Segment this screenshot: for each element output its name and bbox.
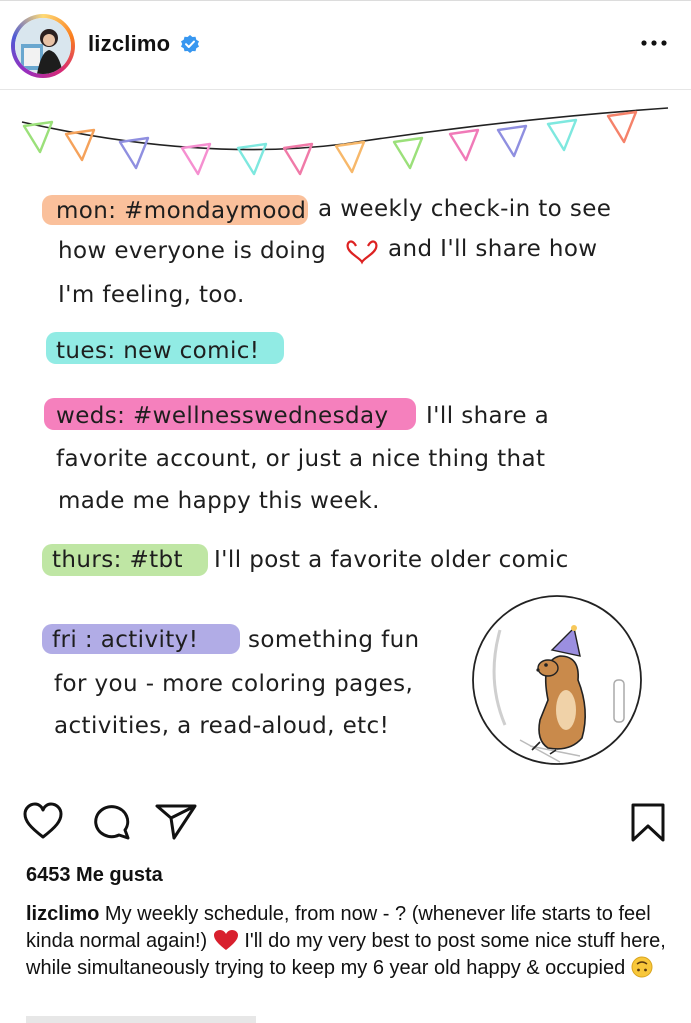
bunting-flag bbox=[448, 128, 480, 162]
line-thurs-tag: thurs: #tbt bbox=[52, 547, 183, 573]
likes-count[interactable]: 6453 Me gusta bbox=[26, 864, 163, 887]
bunting-flag bbox=[606, 110, 638, 144]
line-6: favorite account, or just a nice thing t… bbox=[56, 446, 545, 472]
send-icon[interactable] bbox=[154, 802, 198, 842]
line-thurs-text: I'll post a favorite older comic bbox=[214, 547, 569, 573]
avatar[interactable] bbox=[15, 18, 71, 74]
line-10: for you - more coloring pages, bbox=[54, 671, 413, 697]
upside-down-face-icon bbox=[631, 956, 653, 978]
line-2: how everyone is doing bbox=[58, 238, 326, 264]
bunting-flag bbox=[546, 118, 578, 152]
doodle-heart-icon bbox=[346, 240, 378, 265]
comic-image: mon: #mondaymood a weekly check-in to se… bbox=[21, 107, 669, 765]
line-11: activities, a read-aloud, etc! bbox=[54, 713, 389, 739]
more-dots-icon[interactable] bbox=[639, 31, 669, 55]
next-line-fragment bbox=[26, 1016, 256, 1023]
line-fri-text: something fun bbox=[248, 627, 420, 653]
hamster-ball-illustration bbox=[472, 595, 642, 765]
line-mon-text: a weekly check-in to see bbox=[318, 196, 611, 222]
comment-icon[interactable] bbox=[90, 802, 132, 842]
caption: lizclimo My weekly schedule, from now - … bbox=[26, 901, 666, 982]
line-weds-text: I'll share a bbox=[426, 403, 549, 429]
verified-badge-icon bbox=[181, 35, 199, 53]
bunting-flag bbox=[334, 140, 366, 174]
line-fri-tag: fri : activity! bbox=[52, 627, 198, 653]
bunting-flag bbox=[64, 128, 96, 162]
line-7: made me happy this week. bbox=[58, 488, 380, 514]
bunting-flag bbox=[392, 136, 424, 170]
profile-photo bbox=[15, 18, 71, 74]
bunting-string bbox=[21, 107, 669, 151]
bunting-flag bbox=[496, 124, 528, 158]
heart-icon[interactable] bbox=[22, 802, 64, 842]
line-mon-tag: mon: #mondaymood bbox=[56, 198, 306, 224]
red-heart-icon bbox=[213, 930, 238, 950]
bunting-flag bbox=[22, 120, 54, 154]
post-image[interactable]: mon: #mondaymood a weekly check-in to se… bbox=[0, 90, 691, 790]
line-weds-tag: weds: #wellnesswednesday bbox=[56, 403, 389, 429]
bunting-flags bbox=[22, 110, 638, 176]
caption-username[interactable]: lizclimo bbox=[26, 903, 99, 925]
bunting-flag bbox=[236, 142, 268, 176]
line-3: I'm feeling, too. bbox=[58, 282, 245, 308]
story-ring[interactable] bbox=[11, 14, 75, 78]
action-bar bbox=[0, 790, 691, 854]
username[interactable]: lizclimo bbox=[88, 31, 170, 57]
bookmark-icon[interactable] bbox=[630, 802, 666, 844]
line-2b: and I'll share how bbox=[388, 236, 598, 262]
line-tues-tag: tues: new comic! bbox=[56, 338, 259, 364]
post-header: lizclimo bbox=[0, 1, 691, 90]
